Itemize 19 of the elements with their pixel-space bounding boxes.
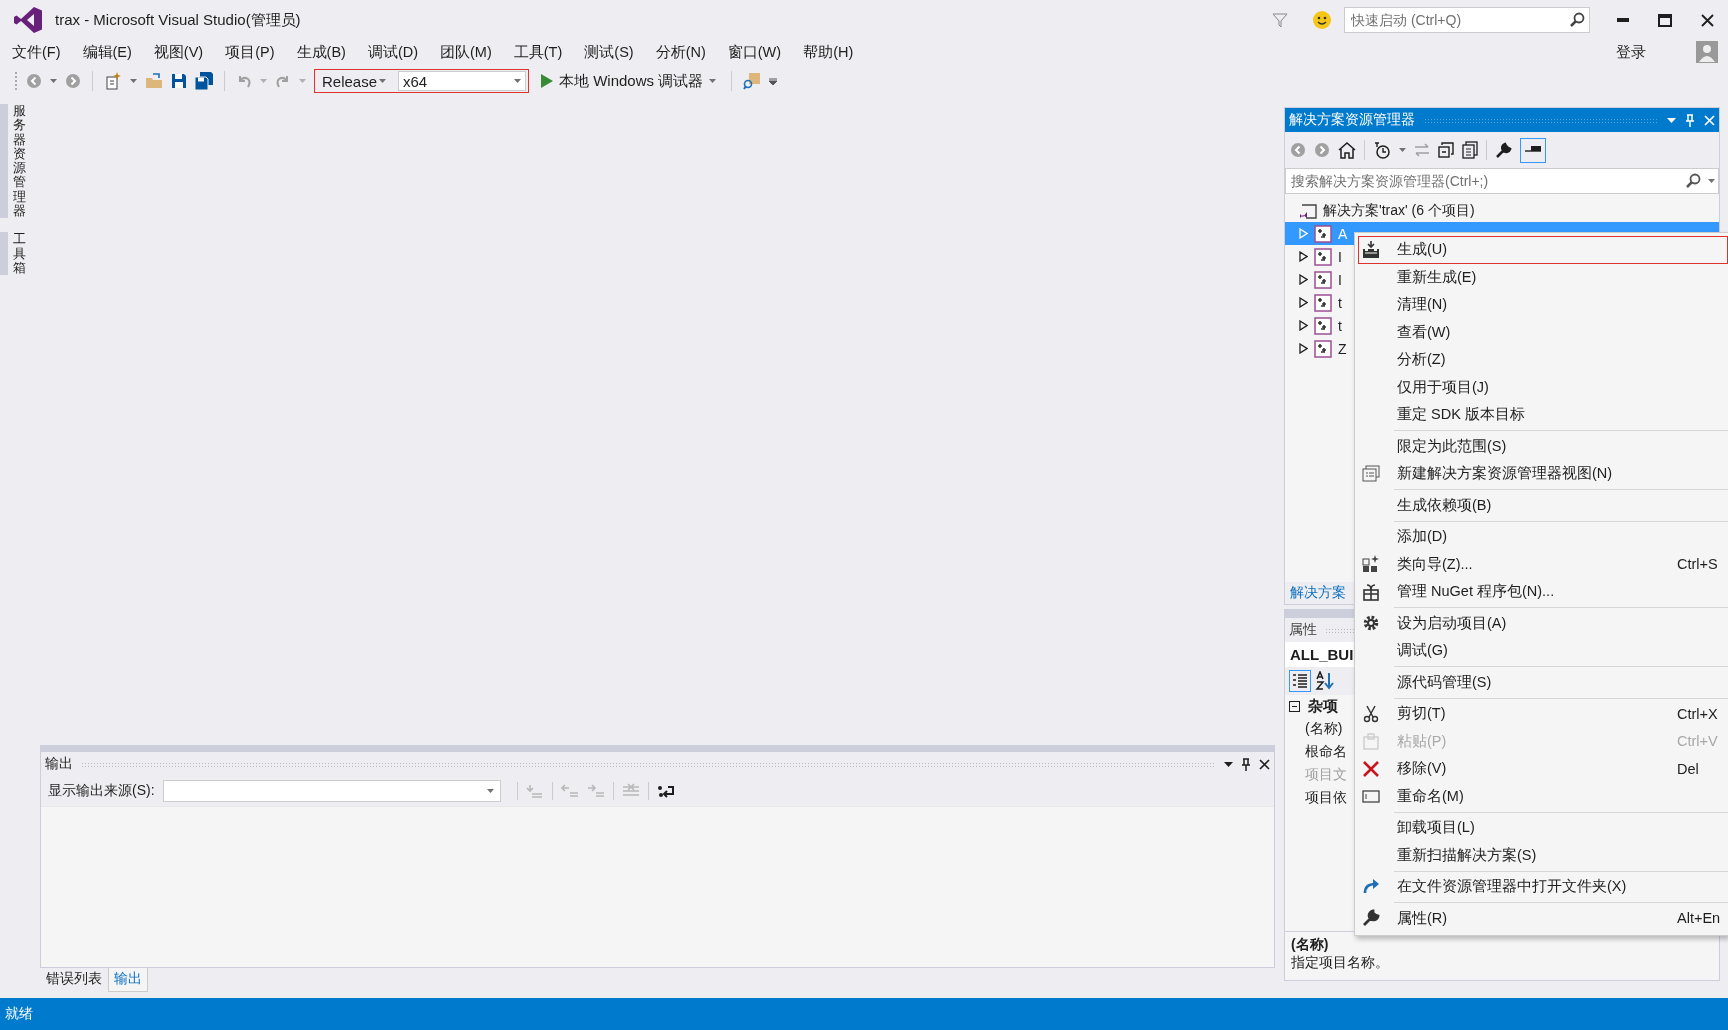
property-name: 根命名 <box>1305 742 1347 761</box>
panel-title: 属性 <box>1289 621 1317 639</box>
panel-title: 解决方案资源管理器 <box>1289 111 1415 129</box>
category-label: 杂项 <box>1308 696 1338 716</box>
property-name: 项目文 <box>1305 765 1347 784</box>
node-label: I <box>1338 248 1342 265</box>
node-label: t <box>1338 317 1342 334</box>
node-label: t <box>1338 294 1342 311</box>
property-name: (名称) <box>1305 719 1343 738</box>
description-title: (名称) <box>1291 936 1330 954</box>
node-label: Z <box>1338 340 1347 357</box>
node-label: I <box>1338 271 1342 288</box>
description-text: 指定项目名称。 <box>1291 954 1390 972</box>
field-label: 显示输出来源(S): <box>48 782 155 800</box>
status-text: 就绪 <box>5 1005 33 1023</box>
window-title: trax - Microsoft Visual Studio(管理员) <box>55 10 302 30</box>
property-name: 项目依 <box>1305 788 1347 807</box>
panel-title: 输出 <box>45 755 73 773</box>
node-label: A <box>1338 225 1348 242</box>
